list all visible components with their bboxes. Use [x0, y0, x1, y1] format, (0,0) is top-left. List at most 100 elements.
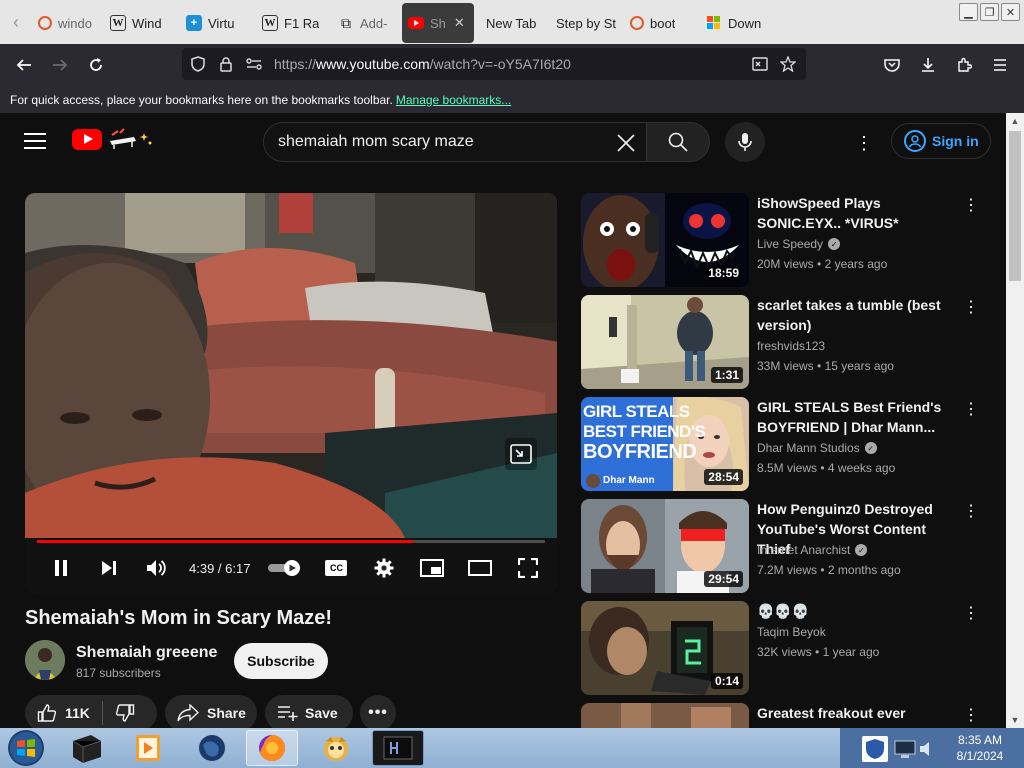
recommendation-item[interactable]: GIRL STEALS BEST FRIEND'S BOYFRIEND Dhar…: [581, 397, 1001, 491]
scroll-down-arrow-icon[interactable]: ▼: [1006, 712, 1024, 728]
menu-icon[interactable]: [982, 49, 1018, 81]
progress-bar[interactable]: [37, 540, 545, 543]
pocket-icon[interactable]: [874, 49, 910, 81]
recommendation-thumbnail[interactable]: GIRL STEALS BEST FRIEND'S BOYFRIEND Dhar…: [581, 397, 749, 491]
like-button[interactable]: 11K: [37, 703, 90, 723]
extensions-icon[interactable]: [946, 49, 982, 81]
recommendation-thumbnail[interactable]: 1:31: [581, 295, 749, 389]
search-button[interactable]: [646, 122, 710, 162]
page-scrollbar[interactable]: ▲ ▼: [1006, 113, 1024, 728]
picture-in-picture-icon[interactable]: [505, 438, 537, 470]
start-button[interactable]: [4, 728, 48, 768]
voice-search-button[interactable]: [725, 122, 765, 162]
recommendation-title[interactable]: GIRL STEALS Best Friend's BOYFRIEND | Dh…: [757, 397, 963, 437]
manage-bookmarks-link[interactable]: Manage bookmarks...: [396, 93, 511, 107]
sign-in-button[interactable]: Sign in: [891, 123, 991, 159]
taskbar-terminal[interactable]: [372, 730, 424, 766]
miniplayer-button[interactable]: [408, 548, 456, 588]
tab-windo[interactable]: windo: [32, 3, 104, 43]
tab-scroll-left-button[interactable]: ‹: [0, 0, 32, 44]
autoplay-toggle[interactable]: [264, 548, 308, 588]
video-player[interactable]: 4:39 / 6:17 CC: [25, 193, 557, 593]
recommendation-thumbnail[interactable]: 0:14: [581, 601, 749, 695]
volume-button[interactable]: [133, 548, 181, 588]
recommendation-item[interactable]: 0:14 💀💀💀 Taqim Beyok 32K views • 1 year …: [581, 601, 1001, 695]
tab-step-by-step[interactable]: Step by St: [550, 3, 624, 43]
recommendation-more-icon[interactable]: ⋮: [963, 195, 979, 215]
url-bar[interactable]: https://www.youtube.com/watch?v=-oY5A7I6…: [182, 48, 806, 80]
recommendation-item[interactable]: 1:31 scarlet takes a tumble (best versio…: [581, 295, 1001, 389]
tab-wind[interactable]: W Wind: [104, 3, 180, 43]
forward-button[interactable]: [42, 49, 78, 81]
bookmark-star-icon[interactable]: [774, 56, 802, 72]
network-tray-icon[interactable]: [892, 736, 918, 762]
tab-new-tab[interactable]: New Tab: [474, 3, 550, 43]
channel-avatar[interactable]: [25, 640, 65, 680]
downloads-icon[interactable]: [910, 49, 946, 81]
recommendation-more-icon[interactable]: ⋮: [963, 501, 979, 521]
recommendation-channel[interactable]: Dhar Mann Studios ✓: [757, 441, 877, 455]
recommendation-channel[interactable]: Live Speedy ✓: [757, 237, 841, 251]
taskbar-clock[interactable]: 8:35 AM 8/1/2024: [940, 732, 1020, 764]
next-button[interactable]: [85, 548, 133, 588]
taskbar-media-player[interactable]: [122, 730, 174, 766]
more-actions-button[interactable]: •••: [360, 695, 396, 728]
permissions-icon[interactable]: [240, 58, 268, 70]
share-button[interactable]: Share: [165, 695, 257, 728]
recommendation-title[interactable]: iShowSpeed Plays SONIC.EYX.. *VIRUS*: [757, 193, 963, 233]
recommendation-channel[interactable]: Taqim Beyok: [757, 625, 826, 639]
recommendation-title[interactable]: 💀💀💀: [757, 601, 963, 621]
taskbar-globe-app[interactable]: [186, 730, 238, 766]
lock-icon[interactable]: [212, 56, 240, 72]
shield-tray-icon[interactable]: [862, 736, 888, 762]
tab-down[interactable]: Down: [700, 3, 770, 43]
theater-mode-button[interactable]: [456, 548, 504, 588]
scrollbar-thumb[interactable]: [1009, 131, 1021, 281]
recommendation-item[interactable]: Greatest freakout ever ⋮: [581, 703, 1001, 728]
volume-tray-icon[interactable]: [918, 738, 936, 760]
recommendation-title[interactable]: scarlet takes a tumble (best version): [757, 295, 963, 335]
recommendation-thumbnail[interactable]: 29:54: [581, 499, 749, 593]
pause-button[interactable]: [37, 548, 85, 588]
recommendation-more-icon[interactable]: ⋮: [963, 399, 979, 419]
url-text[interactable]: https://www.youtube.com/watch?v=-oY5A7I6…: [274, 56, 746, 72]
youtube-logo[interactable]: [72, 127, 152, 151]
recommendation-more-icon[interactable]: ⋮: [963, 705, 979, 725]
guide-menu-icon[interactable]: [24, 133, 46, 149]
recommendation-channel[interactable]: freshvids123: [757, 339, 825, 353]
tab-boot[interactable]: boot: [624, 3, 700, 43]
tab-youtube-active[interactable]: Sh ✕: [402, 3, 474, 43]
reload-button[interactable]: [78, 49, 114, 81]
channel-name[interactable]: Shemaiah greeene: [76, 644, 217, 662]
scroll-up-arrow-icon[interactable]: ▲: [1006, 113, 1024, 129]
save-button[interactable]: Save: [265, 695, 353, 728]
recommendation-more-icon[interactable]: ⋮: [963, 297, 979, 317]
tab-f1-ra[interactable]: W F1 Ra: [256, 3, 332, 43]
clear-search-icon[interactable]: [612, 129, 640, 157]
reader-view-icon[interactable]: [746, 57, 774, 71]
tab-virtu[interactable]: + Virtu: [180, 3, 256, 43]
recommendation-thumbnail[interactable]: [581, 703, 749, 728]
settings-more-icon[interactable]: ⋮: [852, 131, 876, 155]
tab-add-ons[interactable]: ⧉ Add-: [332, 3, 402, 43]
fullscreen-button[interactable]: [504, 548, 552, 588]
recommendation-item[interactable]: 29:54 How Penguinz0 Destroyed YouTube's …: [581, 499, 1001, 593]
shield-icon[interactable]: [184, 56, 212, 72]
subscribe-button[interactable]: Subscribe: [234, 643, 328, 679]
taskbar-mascot-app[interactable]: [310, 730, 362, 766]
subtitles-button[interactable]: CC: [312, 548, 360, 588]
recommendation-thumbnail[interactable]: 18:59: [581, 193, 749, 287]
settings-button[interactable]: [360, 548, 408, 588]
search-input[interactable]: shemaiah mom scary maze: [263, 122, 647, 162]
recommendation-more-icon[interactable]: ⋮: [963, 603, 979, 623]
recommendation-item[interactable]: 18:59 iShowSpeed Plays SONIC.EYX.. *VIRU…: [581, 193, 1001, 287]
taskbar-app-box[interactable]: [60, 730, 112, 766]
close-tab-icon[interactable]: ✕: [454, 15, 465, 31]
maximize-button[interactable]: ❐: [980, 3, 999, 21]
minimize-button[interactable]: ▁: [959, 3, 978, 21]
taskbar-firefox[interactable]: [246, 730, 298, 766]
dislike-button[interactable]: [115, 703, 135, 723]
close-window-button[interactable]: ✕: [1001, 3, 1020, 21]
back-button[interactable]: [6, 49, 42, 81]
recommendation-title[interactable]: Greatest freakout ever: [757, 703, 963, 723]
